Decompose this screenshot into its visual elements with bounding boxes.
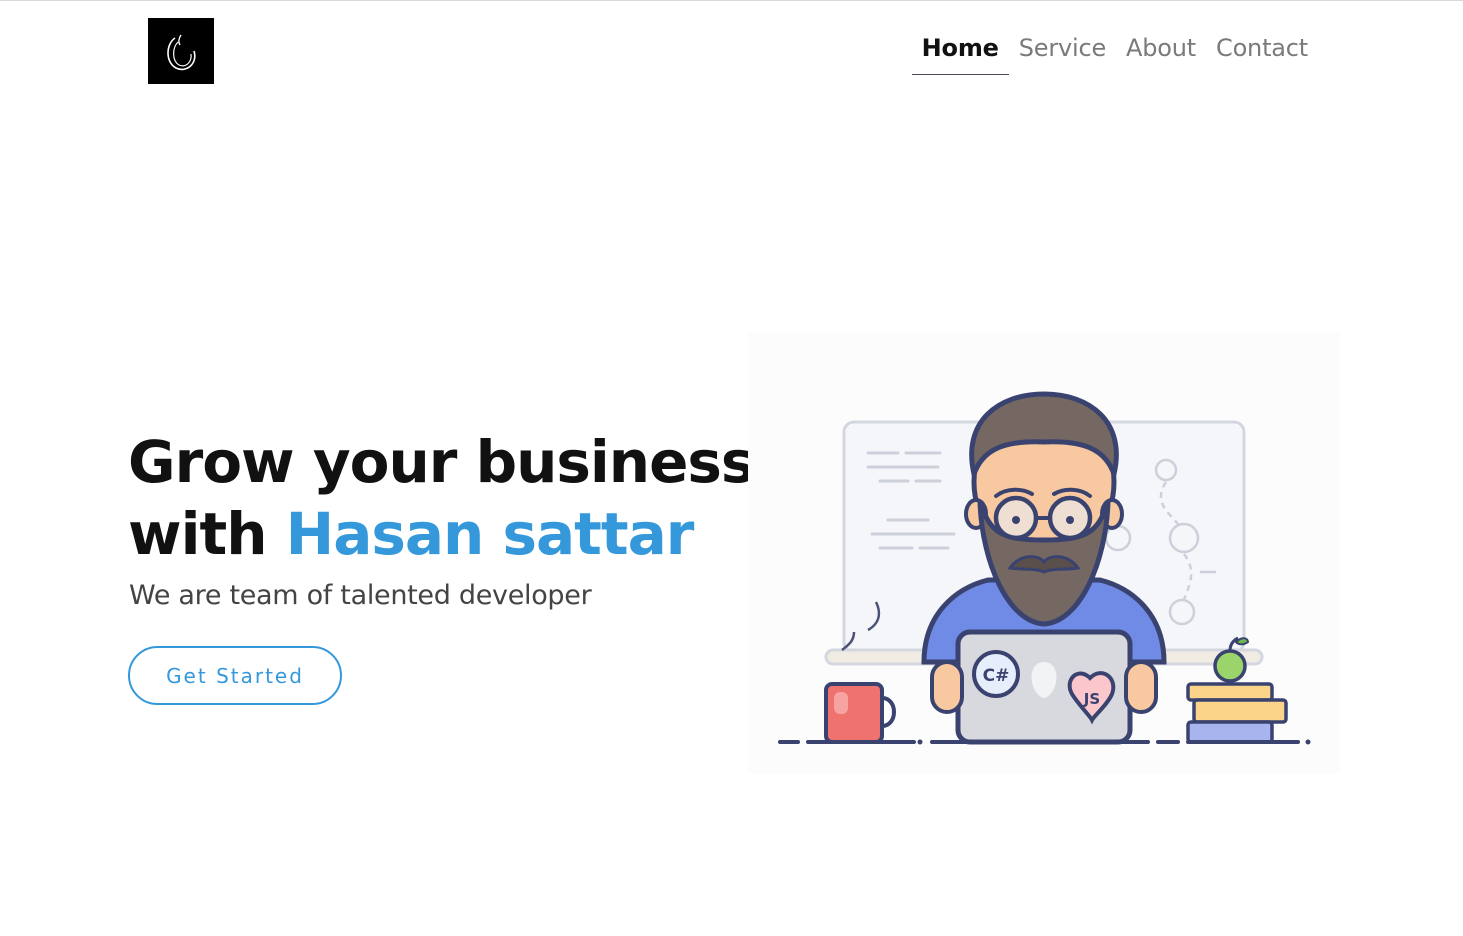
hero-subtitle: We are team of talented developer bbox=[129, 580, 592, 611]
nav-home[interactable]: Home bbox=[911, 30, 1009, 75]
hero-title-prefix: with bbox=[128, 500, 286, 568]
nav-service[interactable]: Service bbox=[1009, 30, 1116, 75]
hero-title: Grow your business with Hasan sattar bbox=[128, 426, 755, 570]
hero-title-line1: Grow your business bbox=[128, 428, 755, 496]
nav-about[interactable]: About bbox=[1116, 30, 1206, 75]
ring-logo-icon bbox=[167, 34, 196, 71]
get-started-button[interactable]: Get Started bbox=[128, 646, 342, 705]
nav-contact[interactable]: Contact bbox=[1206, 30, 1318, 75]
hero-title-highlight: Hasan sattar bbox=[285, 500, 695, 568]
js-sticker-label: JS bbox=[1083, 690, 1100, 708]
top-border bbox=[0, 0, 1463, 1]
developer-at-laptop-illustration: C# JS bbox=[748, 332, 1340, 774]
csharp-sticker-label: C# bbox=[983, 666, 1010, 686]
logo[interactable] bbox=[148, 18, 214, 84]
main-nav: Home Service About Contact bbox=[911, 30, 1318, 75]
